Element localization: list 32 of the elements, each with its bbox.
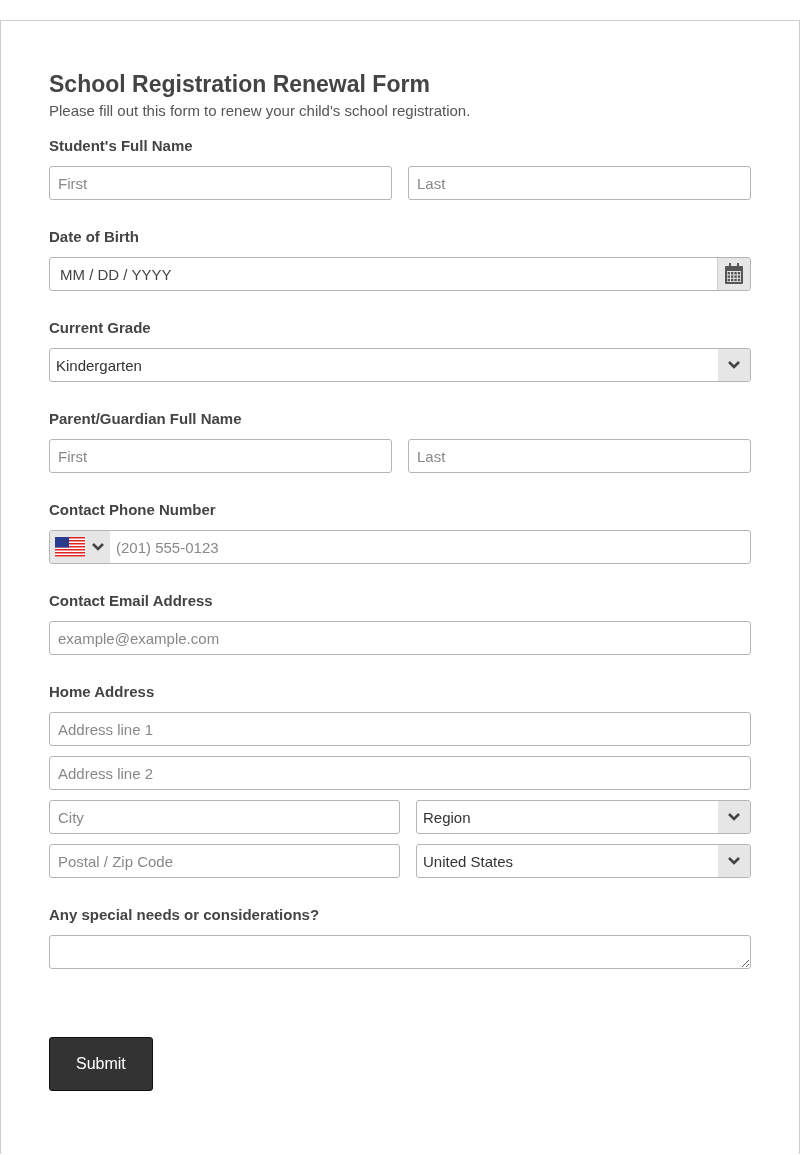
field-label: Contact Email Address [49,592,214,609]
chevron-down-icon [91,542,105,552]
field-label: Student's Full Name [49,137,194,154]
date-field[interactable]: MM / DD / YYYY [49,257,751,291]
calendar-icon [724,263,744,285]
country-code-dropdown[interactable] [50,531,110,563]
dropdown[interactable]: Kindergarten [49,348,751,382]
form-title: School Registration Renewal Form [49,71,431,98]
chevron-down-icon [727,856,741,866]
field-label: Home Address [49,683,156,700]
dropdown[interactable]: Region [416,800,751,834]
text-field[interactable]: City [49,800,400,834]
field-label: Date of Birth [49,228,140,245]
dropdown[interactable]: United States [416,844,751,878]
field-label: Current Grade [49,319,152,336]
field-label: Contact Phone Number [49,501,217,518]
text-field[interactable]: First [49,166,392,200]
text-field[interactable]: Last [408,166,751,200]
flag-icon [55,537,85,557]
field-label: Parent/Guardian Full Name [49,410,243,427]
text-field[interactable]: example@example.com [49,621,751,655]
text-field[interactable]: Address line 1 [49,712,751,746]
phone-field[interactable]: (201) 555-0123 [49,530,751,564]
form-subtitle: Please fill out this form to renew your child's school registration. [49,102,472,119]
field-label: Any special needs or considerations? [49,906,321,923]
text-field[interactable]: Address line 2 [49,756,751,790]
submit-button[interactable]: Submit [49,1037,153,1091]
text-field[interactable]: First [49,439,392,473]
chevron-down-icon [727,812,741,822]
chevron-down-icon [727,360,741,370]
text-field[interactable]: Postal / Zip Code [49,844,400,878]
text-field[interactable]: Last [408,439,751,473]
